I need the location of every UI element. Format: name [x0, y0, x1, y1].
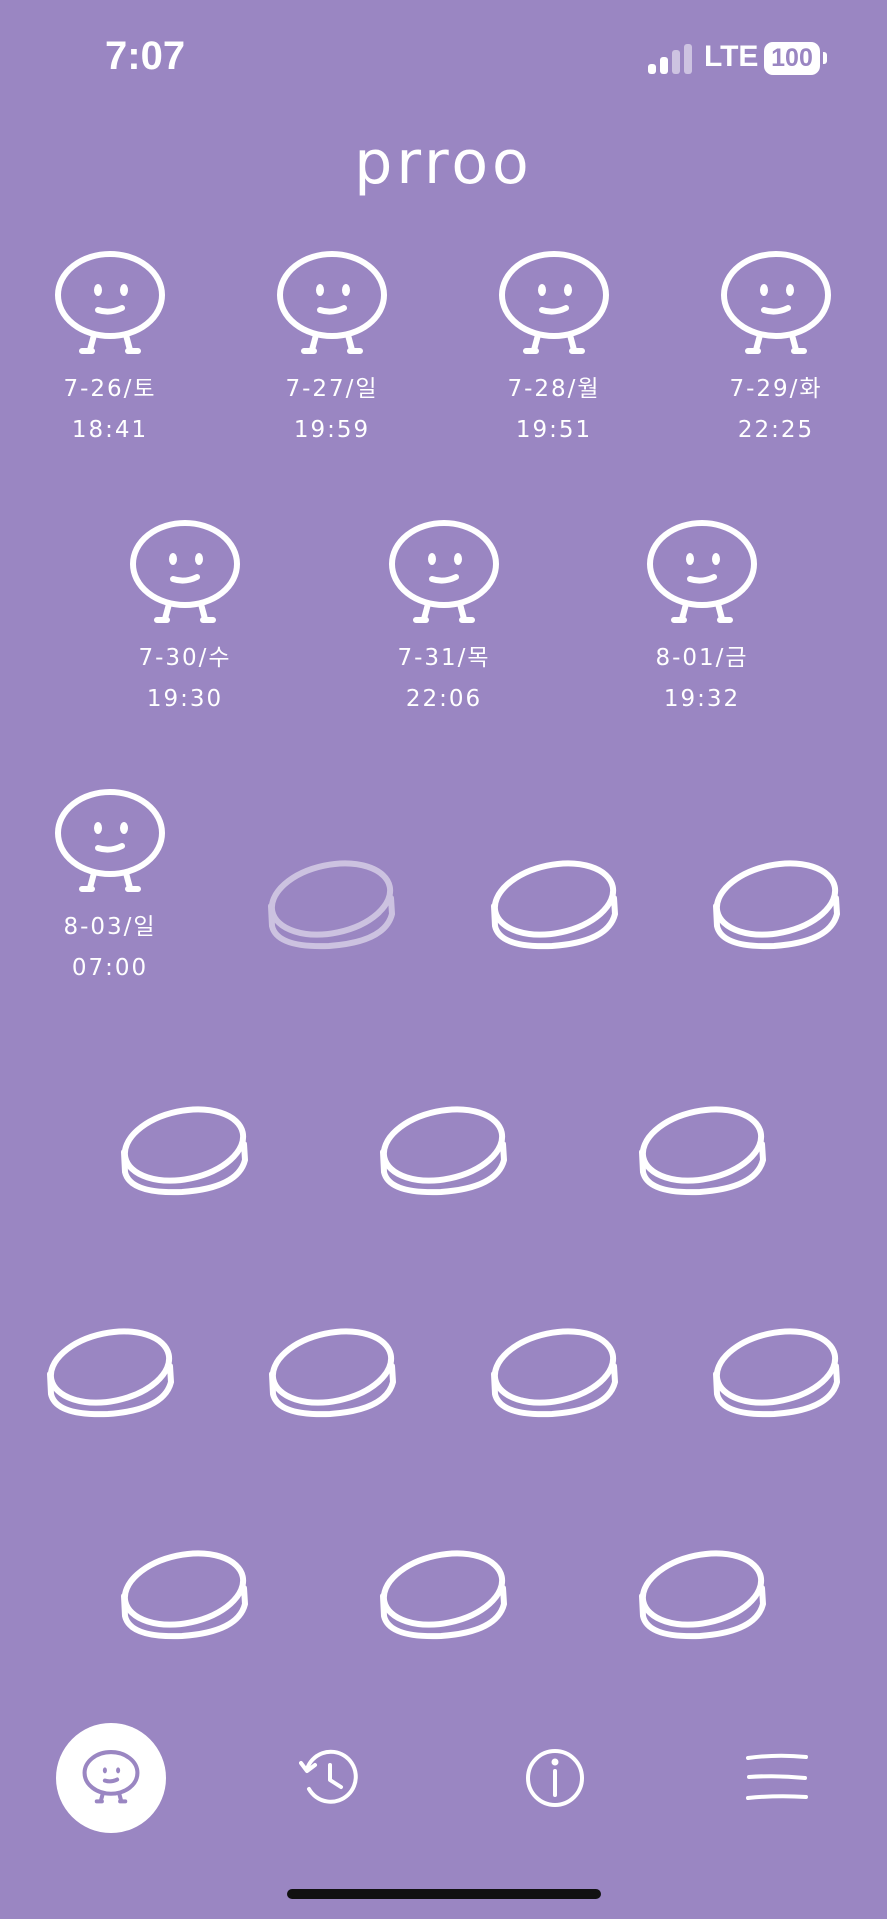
empty-coin-slot[interactable]: [265, 856, 397, 954]
entry-date: 8-01/금: [655, 645, 749, 671]
entry-date: 7-30/수: [138, 645, 232, 671]
entry-date: 7-28/월: [507, 376, 601, 402]
empty-coin-slot[interactable]: [636, 1546, 768, 1644]
entry-time: 19:32: [663, 686, 741, 712]
entry-cell[interactable]: 7-30/수 19:30: [85, 519, 285, 720]
battery-tip: [823, 52, 827, 64]
empty-coin-slot[interactable]: [377, 1546, 509, 1644]
face-icon: [124, 519, 246, 629]
face-icon: [493, 250, 615, 360]
entry-time: 22:25: [737, 417, 815, 443]
entry-time: 22:06: [405, 686, 483, 712]
face-icon: [271, 250, 393, 360]
entry-time: 19:30: [146, 686, 224, 712]
app-title: prroo: [354, 128, 533, 198]
entry-date: 7-27/일: [285, 376, 379, 402]
info-icon: [526, 1749, 584, 1807]
empty-coin-slot[interactable]: [266, 1324, 398, 1422]
entry-cell[interactable]: 7-27/일 19:59: [232, 250, 432, 451]
tab-info[interactable]: [500, 1723, 610, 1833]
face-icon: [82, 1750, 140, 1804]
face-icon: [383, 519, 505, 629]
tab-menu[interactable]: [722, 1723, 832, 1833]
empty-coin-slot[interactable]: [488, 1324, 620, 1422]
face-icon: [641, 519, 763, 629]
entry-cell[interactable]: 7-26/토 18:41: [10, 250, 210, 451]
menu-icon: [746, 1753, 808, 1800]
entry-date: 7-29/화: [729, 376, 823, 402]
status-time: 7:07: [105, 34, 186, 78]
face-icon: [49, 250, 171, 360]
empty-coin-slot[interactable]: [710, 1324, 842, 1422]
tab-bar: [0, 1720, 887, 1840]
entry-cell[interactable]: 7-28/월 19:51: [454, 250, 654, 451]
empty-coin-slot[interactable]: [44, 1324, 176, 1422]
network-type: LTE: [704, 40, 759, 73]
history-clock-icon: [299, 1749, 358, 1804]
tab-history[interactable]: [275, 1723, 385, 1833]
entry-date: 7-26/토: [63, 376, 157, 402]
entry-time: 19:59: [293, 417, 371, 443]
entry-cell[interactable]: 7-29/화 22:25: [676, 250, 876, 451]
face-icon: [715, 250, 837, 360]
home-indicator[interactable]: [287, 1889, 601, 1899]
empty-coin-slot[interactable]: [118, 1546, 250, 1644]
empty-coin-slot[interactable]: [488, 856, 620, 954]
entry-cell[interactable]: 8-01/금 19:32: [602, 519, 802, 720]
empty-coin-slot[interactable]: [636, 1102, 768, 1200]
entry-date: 8-03/일: [63, 914, 157, 940]
signal-strength-icon: [648, 44, 692, 74]
battery-level: 100: [764, 42, 820, 75]
empty-coin-slot[interactable]: [118, 1102, 250, 1200]
entry-cell[interactable]: 8-03/일 07:00: [10, 788, 210, 989]
empty-coin-slot[interactable]: [377, 1102, 509, 1200]
entry-time: 07:00: [71, 955, 149, 981]
entry-time: 19:51: [515, 417, 593, 443]
empty-coin-slot[interactable]: [710, 856, 842, 954]
tab-home[interactable]: [56, 1723, 166, 1833]
status-bar: 7:07 LTE 100: [0, 0, 887, 120]
entry-cell[interactable]: 7-31/목 22:06: [344, 519, 544, 720]
face-icon: [49, 788, 171, 898]
entry-date: 7-31/목: [397, 645, 491, 671]
entry-time: 18:41: [71, 417, 149, 443]
